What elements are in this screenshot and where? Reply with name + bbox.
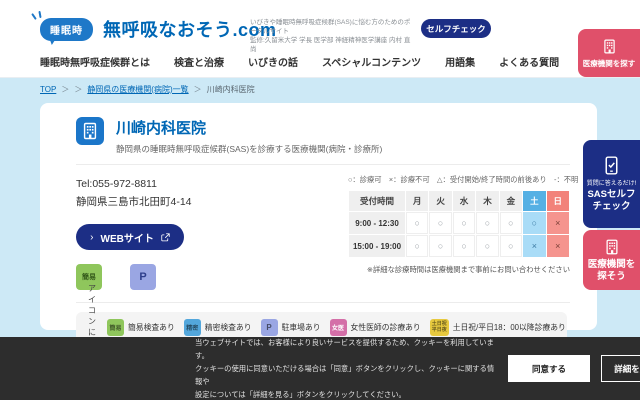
schedule-col-header: 火 — [429, 191, 451, 211]
schedule-col-header: 受付時間 — [349, 191, 405, 211]
schedule-time: 15:00 - 19:00 — [349, 235, 405, 257]
legend-item-parking: P 駐車場あり — [261, 319, 321, 336]
breadcrumb-separator: ＞ — [74, 84, 82, 95]
schedule-col-header: 月 — [406, 191, 428, 211]
site-header: 睡眠時 無呼吸なおそう.com いびきや睡眠時無呼吸症候群(SAS)に悩む方のた… — [0, 0, 640, 78]
schedule-cell: × — [523, 235, 545, 257]
self-check-button[interactable]: セルフチェック — [421, 19, 491, 38]
building-icon — [603, 238, 621, 256]
clinic-name: 川崎内科医院 — [116, 117, 382, 138]
clinic-feature-badges: 簡易 P — [76, 264, 348, 290]
schedule-header-row: 受付時間 月 火 水 木 金 土 日 — [349, 191, 569, 211]
female-doctor-badge-icon: 女医 — [330, 319, 347, 336]
nav-item-tests-treatment[interactable]: 検査と治療 — [174, 54, 224, 69]
clinic-contact-column: Tel:055-972-8811 静岡県三島市北田町4-14 › WEBサイト … — [76, 175, 348, 290]
schedule-cell: ○ — [429, 235, 451, 257]
simple-test-badge-icon: 簡易 — [107, 319, 124, 336]
tagline-line1: いびきや睡眠時無呼吸症候群(SAS)に悩む方のためのポータルサイト — [250, 18, 415, 36]
breadcrumb-list-page[interactable]: 静岡県の医療機関(病院)一覧 — [87, 84, 188, 95]
building-icon — [601, 38, 618, 55]
nav-item-glossary[interactable]: 用語集 — [445, 54, 475, 69]
nav-item-about-sas[interactable]: 睡眠時無呼吸症候群とは — [40, 54, 150, 69]
find-medical-button-top[interactable]: 医療機関を探す — [578, 29, 640, 77]
schedule-cell: ○ — [500, 212, 522, 234]
breadcrumb-separator: ＞ — [61, 84, 69, 95]
self-check-caption: 質問に答えるだけ! — [587, 178, 637, 187]
website-button[interactable]: › WEBサイト — [76, 224, 184, 250]
main-nav: 睡眠時無呼吸症候群とは 検査と治療 いびきの話 スペシャルコンテンツ 用語集 よ… — [40, 54, 559, 69]
clinic-phone: Tel:055-972-8811 — [76, 175, 348, 193]
schedule-note: ※詳細な診療時間は医療機関まで事前にお問い合わせください — [348, 265, 570, 275]
sas-self-check-button[interactable]: 質問に答えるだけ! SASセルフ チェック — [583, 140, 640, 228]
clinic-address: 静岡県三島市北田町4-14 — [76, 193, 348, 211]
self-check-label: SASセルフ チェック — [587, 189, 635, 213]
schedule-row-morning: 9:00 - 12:30 ○ ○ ○ ○ ○ ○ × — [349, 212, 569, 234]
floating-side-buttons: 質問に答えるだけ! SASセルフ チェック 医療機関を 探そう — [583, 140, 640, 290]
breadcrumb: TOP ＞ ＞ 静岡県の医療機関(病院)一覧 ＞ 川崎内科医院 — [40, 84, 255, 95]
nav-item-faq[interactable]: よくある質問 — [499, 54, 559, 69]
cookie-actions: 同意する 詳細を見る — [508, 355, 640, 382]
site-tagline: いびきや睡眠時無呼吸症候群(SAS)に悩む方のためのポータルサイト 監修:久留米… — [250, 18, 415, 54]
external-link-icon — [161, 233, 170, 242]
schedule-cell: ○ — [453, 235, 475, 257]
cookie-details-button[interactable]: 詳細を見る — [601, 355, 640, 382]
nav-item-special-contents[interactable]: スペシャルコンテンツ — [322, 54, 421, 69]
tagline-line2: 監修:久留米大学 学長 医学部 神経精神医学講座 内村 直尚 — [250, 36, 415, 54]
cookie-message: 当ウェブサイトでは、お客様により良いサービスを提供するため、クッキーを利用してい… — [195, 336, 500, 400]
find-medical-label: 医療機関を探す — [583, 58, 636, 69]
weekend-hours-badge-icon: 土日祝 平日夜 — [430, 319, 449, 336]
schedule-cell: × — [547, 235, 569, 257]
schedule-cell: × — [547, 212, 569, 234]
find-clinic-button[interactable]: 医療機関を 探そう — [583, 230, 640, 290]
schedule-col-header: 木 — [476, 191, 498, 211]
schedule-cell: ○ — [500, 235, 522, 257]
schedule-symbol-legend: ○：診療可 ×：診療不可 △：受付開始/終了時間の前後あり -：不明 — [348, 175, 578, 185]
legend-item-simple-test: 簡易 簡易検査あり — [107, 319, 175, 336]
cookie-agree-button[interactable]: 同意する — [508, 355, 590, 382]
clinic-header: 川崎内科医院 静岡県の睡眠時無呼吸症候群(SAS)を診療する医療機関(病院・診療… — [76, 117, 570, 165]
clinic-body: Tel:055-972-8811 静岡県三島市北田町4-14 › WEBサイト … — [76, 175, 570, 290]
legend-item-weekend-hours: 土日祝 平日夜 土日祝/平日18：00以降診療あり — [430, 319, 566, 336]
schedule-cell: ○ — [453, 212, 475, 234]
schedule-row-afternoon: 15:00 - 19:00 ○ ○ ○ ○ ○ × × — [349, 235, 569, 257]
site-logo[interactable]: 睡眠時 無呼吸なおそう.com — [40, 16, 277, 42]
schedule-column: ○：診療可 ×：診療不可 △：受付開始/終了時間の前後あり -：不明 受付時間 … — [348, 175, 578, 290]
breadcrumb-current: 川崎内科医院 — [207, 84, 255, 95]
schedule-col-header: 金 — [500, 191, 522, 211]
parking-badge: P — [130, 264, 156, 290]
logo-bubble-text: 睡眠時 — [50, 26, 83, 37]
legend-item-female-doctor: 女医 女性医師の診療あり — [330, 319, 421, 336]
parking-badge-icon: P — [261, 319, 278, 336]
detailed-test-badge-icon: 精密 — [184, 319, 201, 336]
schedule-cell: ○ — [406, 235, 428, 257]
logo-bubble: 睡眠時 — [40, 18, 93, 41]
schedule-cell: ○ — [429, 212, 451, 234]
schedule-col-header-saturday: 土 — [523, 191, 545, 211]
legend-item-detailed-test: 精密 精密検査あり — [184, 319, 252, 336]
nav-item-snoring[interactable]: いびきの話 — [248, 54, 298, 69]
schedule-table: 受付時間 月 火 水 木 金 土 日 9:00 - 12:30 ○ ○ ○ ○ … — [348, 190, 570, 258]
find-clinic-label: 医療機関を 探そう — [588, 259, 636, 283]
schedule-col-header: 水 — [453, 191, 475, 211]
breadcrumb-separator: ＞ — [194, 84, 202, 95]
schedule-cell: ○ — [406, 212, 428, 234]
logo-accent — [33, 11, 43, 21]
clinic-subtitle: 静岡県の睡眠時無呼吸症候群(SAS)を診療する医療機関(病院・診療所) — [116, 143, 382, 155]
cookie-consent-bar: 当ウェブサイトでは、お客様により良いサービスを提供するため、クッキーを利用してい… — [0, 337, 640, 400]
schedule-cell: ○ — [476, 235, 498, 257]
chevron-right-icon: › — [90, 232, 93, 243]
website-button-label: WEBサイト — [101, 230, 154, 245]
breadcrumb-top[interactable]: TOP — [40, 85, 56, 94]
schedule-time: 9:00 - 12:30 — [349, 212, 405, 234]
phone-check-icon — [601, 155, 622, 176]
schedule-cell: ○ — [523, 212, 545, 234]
clinic-detail-card: 川崎内科医院 静岡県の睡眠時無呼吸症候群(SAS)を診療する医療機関(病院・診療… — [40, 103, 597, 330]
schedule-cell: ○ — [476, 212, 498, 234]
hospital-icon — [76, 117, 104, 145]
schedule-col-header-sunday: 日 — [547, 191, 569, 211]
